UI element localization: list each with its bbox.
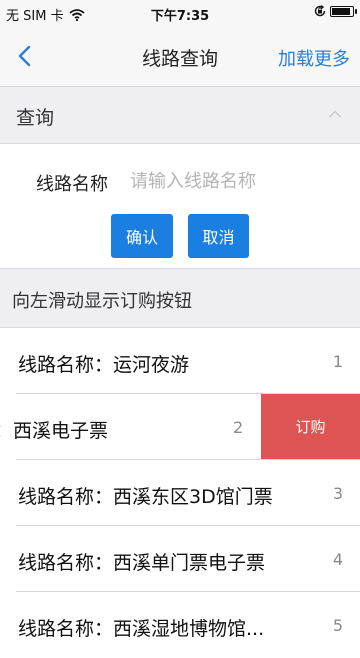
status-bar: 无 SIM 卡 下午7:35: [0, 0, 360, 26]
route-name: ：西溪电子票: [0, 420, 109, 442]
route-list-item[interactable]: 线路名称：西溪单门票电子票 4: [0, 526, 360, 592]
route-name: 线路名称：运河夜游: [18, 354, 190, 376]
confirm-button[interactable]: 确认: [111, 214, 173, 258]
route-list-item[interactable]: 线路名称：运河夜游 1: [0, 328, 360, 394]
order-button[interactable]: 订购: [261, 394, 360, 459]
load-more-button[interactable]: 加载更多: [278, 45, 350, 71]
rotation-lock-icon: [314, 5, 326, 17]
battery-icon: [330, 5, 357, 17]
route-name: 线路名称：西溪单门票电子票: [18, 552, 266, 574]
route-name: 线路名称：西溪东区3D馆门票: [18, 486, 273, 508]
route-index: 1: [332, 352, 343, 371]
query-section-title: 查询: [16, 107, 55, 129]
route-index: 4: [332, 550, 343, 569]
nav-bar: 线路查询 加载更多: [0, 26, 360, 87]
route-name-label: 线路名称: [36, 174, 108, 195]
route-list-item[interactable]: 线路名称：西溪湿地博物馆... 5: [0, 592, 360, 658]
route-index: 5: [332, 616, 343, 635]
query-form: 线路名称 确认 取消: [0, 144, 360, 269]
swipe-hint-text: 向左滑动显示订购按钮: [12, 291, 192, 312]
route-list-item-swiped[interactable]: ：西溪电子票 2 订购: [0, 394, 360, 460]
swipe-hint-band: 向左滑动显示订购按钮: [0, 269, 360, 328]
status-time: 下午7:35: [150, 9, 210, 24]
route-index: 3: [332, 484, 343, 503]
status-right: [314, 5, 357, 17]
route-name-input[interactable]: [130, 164, 330, 198]
route-list-item[interactable]: 线路名称：西溪东区3D馆门票 3: [0, 460, 360, 526]
route-index: 2: [233, 418, 244, 437]
cancel-button[interactable]: 取消: [188, 214, 249, 258]
route-name: 线路名称：西溪湿地博物馆...: [18, 618, 265, 640]
chevron-up-icon[interactable]: [328, 109, 342, 119]
query-section-header[interactable]: 查询: [0, 87, 360, 144]
